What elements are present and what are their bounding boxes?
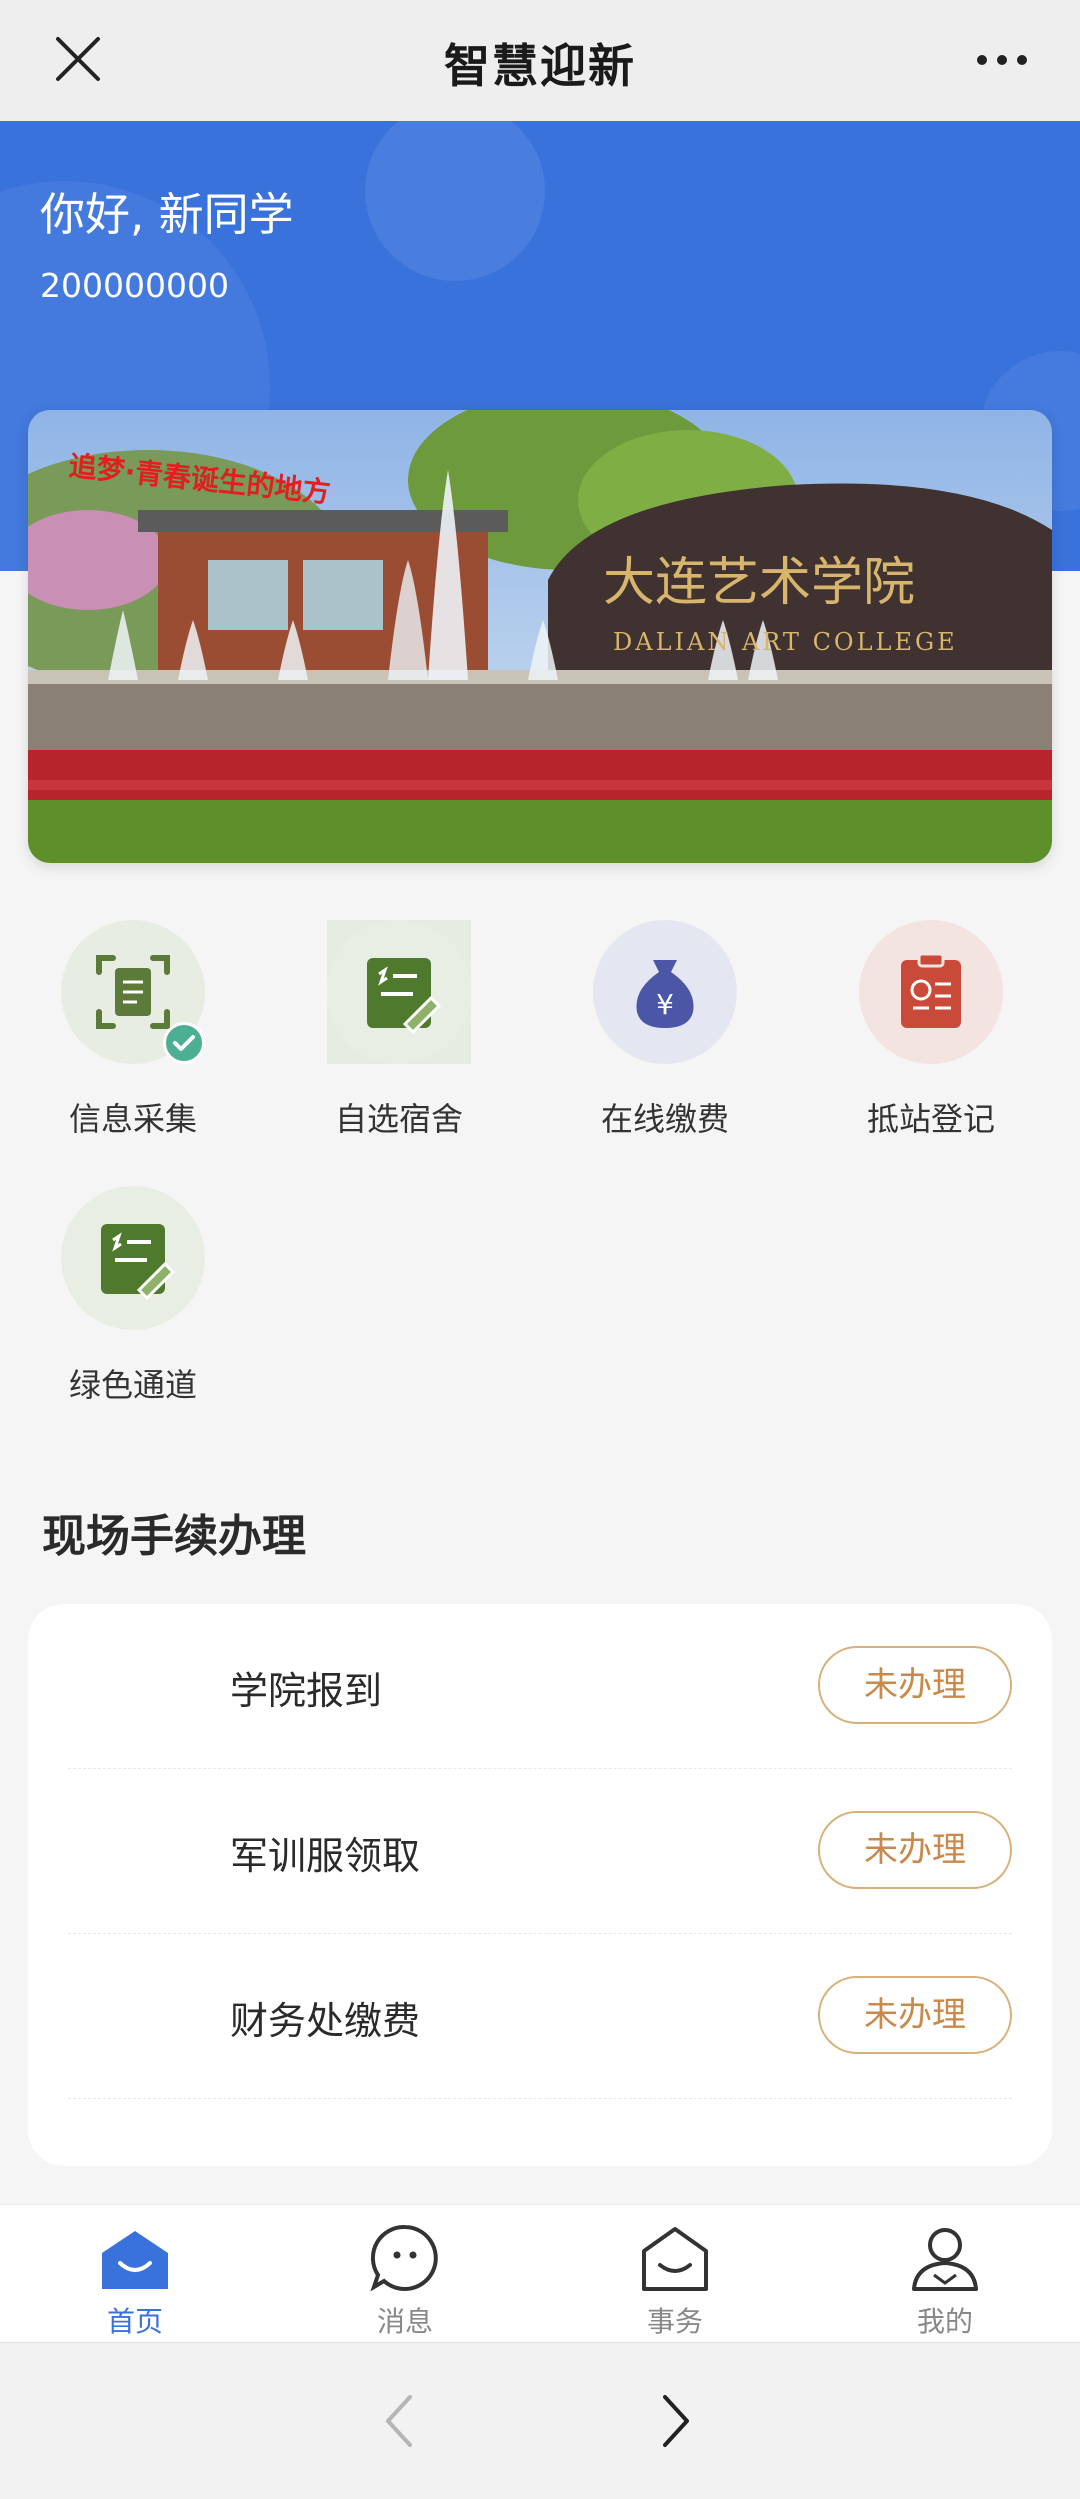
procedure-name: 军训服领取 — [230, 1834, 421, 1878]
list-item: 学院报到 未办理 — [68, 1604, 1012, 1769]
banner-college-name-en: DALIAN ART COLLEGE — [613, 628, 958, 656]
service-label: 抵站登记 — [866, 1100, 995, 1138]
service-dorm-select[interactable]: 自选宿舍 — [266, 920, 532, 1140]
message-icon — [370, 2224, 438, 2292]
status-button[interactable]: 未办理 — [818, 1811, 1012, 1889]
banner-college-name: 大连艺术学院 — [603, 553, 915, 613]
affairs-icon — [642, 2227, 708, 2291]
status-button[interactable]: 未办理 — [818, 1646, 1012, 1724]
campus-banner[interactable]: 追梦·青春诞生的地方 大连艺术学院 DALIAN ART COLLEGE — [28, 410, 1052, 863]
tab-label: 我的 — [916, 2305, 973, 2338]
service-label: 在线缴费 — [600, 1100, 729, 1138]
tab-label: 消息 — [376, 2305, 433, 2338]
section-title: 现场手续办理 — [42, 1511, 306, 1562]
document-scan-icon — [61, 920, 205, 1064]
page-title: 智慧迎新 — [444, 39, 636, 93]
tab-affairs[interactable]: 事务 — [540, 2205, 810, 2343]
forward-arrow-icon[interactable] — [655, 2391, 695, 2451]
list-item: 财务处缴费 未办理 — [68, 1934, 1012, 2099]
home-icon — [102, 2231, 168, 2289]
edit-note-icon — [327, 920, 471, 1064]
service-label: 绿色通道 — [68, 1366, 197, 1404]
check-badge-icon — [163, 1022, 205, 1064]
student-id: 200000000 — [40, 266, 229, 305]
status-button[interactable]: 未办理 — [818, 1976, 1012, 2054]
campus-photo: 追梦·青春诞生的地方 大连艺术学院 DALIAN ART COLLEGE — [28, 410, 1052, 863]
browser-nav-bar — [0, 2342, 1080, 2499]
greeting-text: 你好, 新同学 — [40, 188, 294, 241]
service-info-collect[interactable]: 信息采集 — [0, 920, 266, 1140]
tab-label: 事务 — [646, 2305, 703, 2338]
decor-circle — [365, 121, 545, 281]
money-bag-icon: ¥ — [593, 920, 737, 1064]
service-arrival-registration[interactable]: 抵站登记 — [798, 920, 1064, 1140]
procedure-name: 财务处缴费 — [230, 1999, 421, 2043]
more-dots-icon[interactable] — [974, 50, 1030, 70]
tab-home[interactable]: 首页 — [0, 2205, 270, 2343]
service-label: 信息采集 — [68, 1100, 197, 1138]
service-green-channel[interactable]: 绿色通道 — [0, 1186, 266, 1406]
tab-profile[interactable]: 我的 — [810, 2205, 1080, 2343]
clipboard-icon — [859, 920, 1003, 1064]
onsite-procedures-card: 学院报到 未办理 军训服领取 未办理 财务处缴费 未办理 — [28, 1604, 1052, 2166]
service-label: 自选宿舍 — [334, 1100, 463, 1138]
top-bar: 智慧迎新 — [0, 0, 1080, 121]
user-icon — [912, 2228, 978, 2291]
service-online-payment[interactable]: ¥ 在线缴费 — [532, 920, 798, 1140]
back-arrow-icon[interactable] — [380, 2391, 420, 2451]
edit-note-icon — [61, 1186, 205, 1330]
procedure-name: 学院报到 — [230, 1669, 383, 1713]
svg-text:¥: ¥ — [656, 988, 674, 1021]
tab-messages[interactable]: 消息 — [270, 2205, 540, 2343]
tab-label: 首页 — [106, 2305, 163, 2338]
list-item: 军训服领取 未办理 — [68, 1769, 1012, 1934]
bottom-tab-bar: 首页 消息 事务 我的 — [0, 2204, 1080, 2342]
